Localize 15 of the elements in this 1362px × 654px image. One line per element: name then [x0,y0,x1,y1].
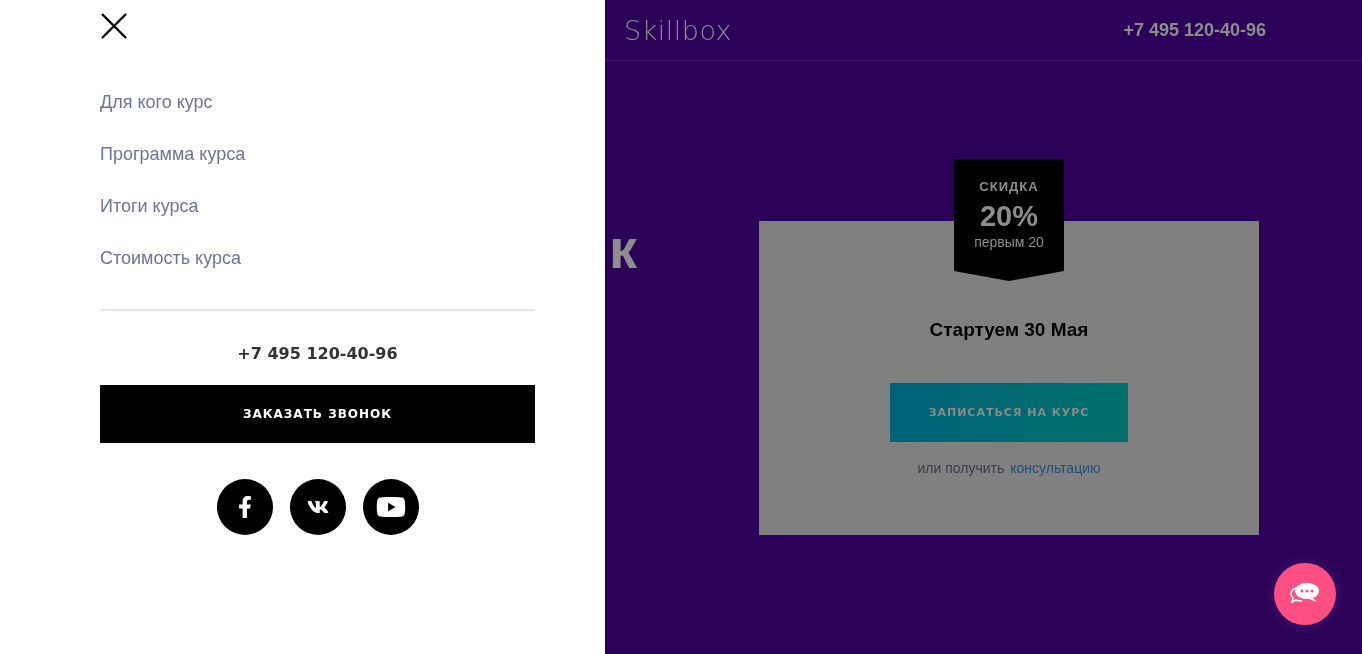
close-icon[interactable] [100,12,128,40]
start-date: Стартуем 30 Мая [929,319,1089,341]
header-phone[interactable]: +7 495 120-40-96 [1123,19,1266,41]
nav-link[interactable]: Программа курса [100,143,246,165]
badge-title: СКИДКА [979,179,1039,194]
phone-number[interactable]: +7 495 120-40-96 [100,344,535,363]
badge-note: первым 20 [974,234,1044,250]
badge-value: 20% [979,200,1038,233]
nav-link[interactable]: Для кого курс [100,91,213,113]
alt-text: или получить [917,460,1005,476]
nav-link[interactable]: Стоимость курса [100,247,241,269]
hero-title: к [609,221,639,277]
nav-link[interactable]: Итоги курса [100,195,199,217]
callback-button[interactable]: ЗАКАЗАТЬ ЗВОНОК [100,385,535,443]
logo[interactable]: Skillbox [624,14,733,46]
